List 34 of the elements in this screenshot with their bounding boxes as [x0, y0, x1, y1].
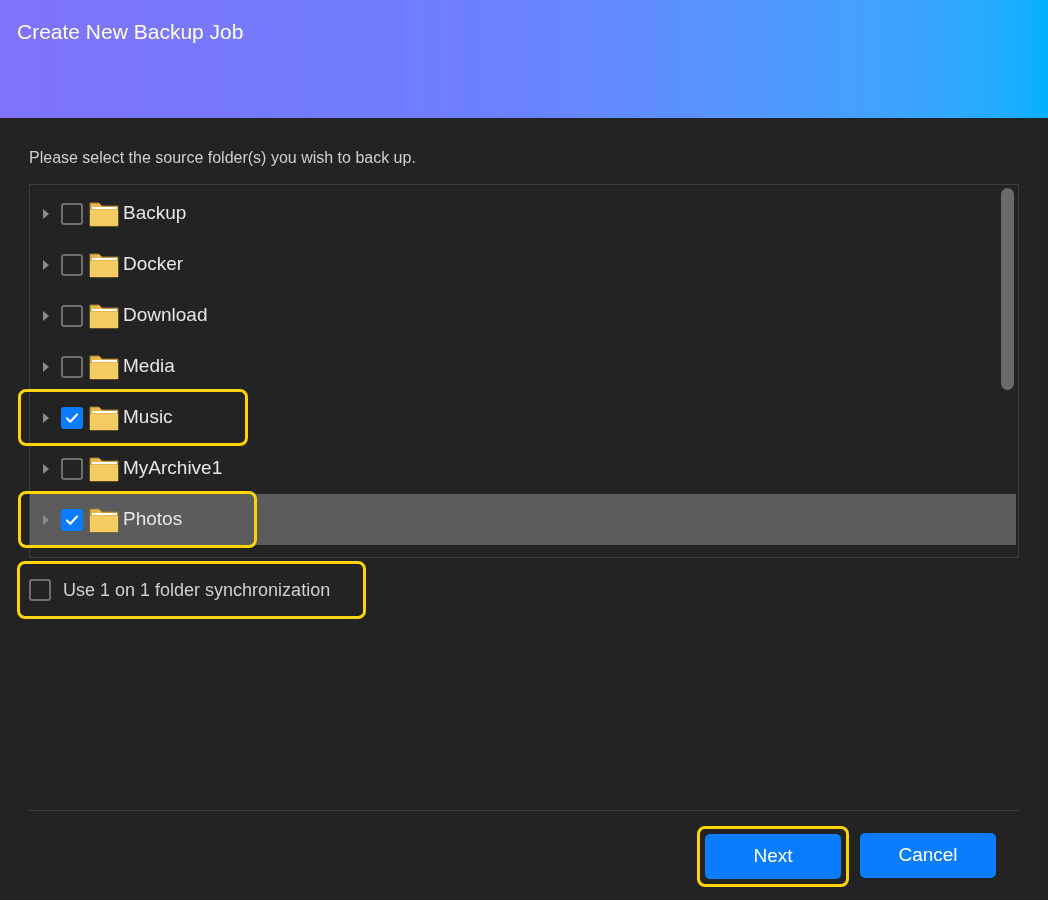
folder-icon	[89, 404, 119, 431]
checkbox[interactable]	[61, 202, 83, 225]
folder-name: MyArchive1	[123, 456, 223, 481]
expand-caret-icon[interactable]	[43, 259, 49, 270]
expand-caret-icon[interactable]	[43, 514, 49, 525]
folder-icon	[89, 200, 119, 227]
folder-name: Backup	[123, 201, 187, 226]
folder-name: Photos	[123, 507, 183, 532]
folder-icon	[89, 455, 119, 482]
expand-caret-icon[interactable]	[43, 412, 49, 423]
expand-caret-icon[interactable]	[43, 310, 49, 321]
expand-caret-icon[interactable]	[43, 463, 49, 474]
checkbox[interactable]	[61, 508, 83, 531]
dialog-title: Create New Backup Job	[17, 19, 244, 45]
folder-name: Media	[123, 354, 175, 379]
checkbox[interactable]	[29, 579, 51, 601]
instruction-text: Please select the source folder(s) you wish to back up.	[29, 148, 416, 168]
checkbox[interactable]	[61, 253, 83, 276]
folder-name: Download	[123, 303, 208, 328]
expand-caret-icon[interactable]	[43, 361, 49, 372]
expand-caret-icon[interactable]	[43, 208, 49, 219]
checkbox[interactable]	[61, 304, 83, 327]
checkbox[interactable]	[61, 406, 83, 429]
cancel-button[interactable]: Cancel	[860, 833, 996, 878]
folder-name: Music	[123, 405, 173, 430]
sync-option-label: Use 1 on 1 folder synchronization	[63, 578, 331, 602]
folder-icon	[89, 251, 119, 278]
next-button[interactable]: Next	[705, 834, 841, 879]
folder-icon	[89, 353, 119, 380]
folder-icon	[89, 302, 119, 329]
checkbox[interactable]	[61, 355, 83, 378]
folder-name: Docker	[123, 252, 184, 277]
checkbox[interactable]	[61, 457, 83, 480]
scrollbar[interactable]	[1001, 188, 1014, 390]
